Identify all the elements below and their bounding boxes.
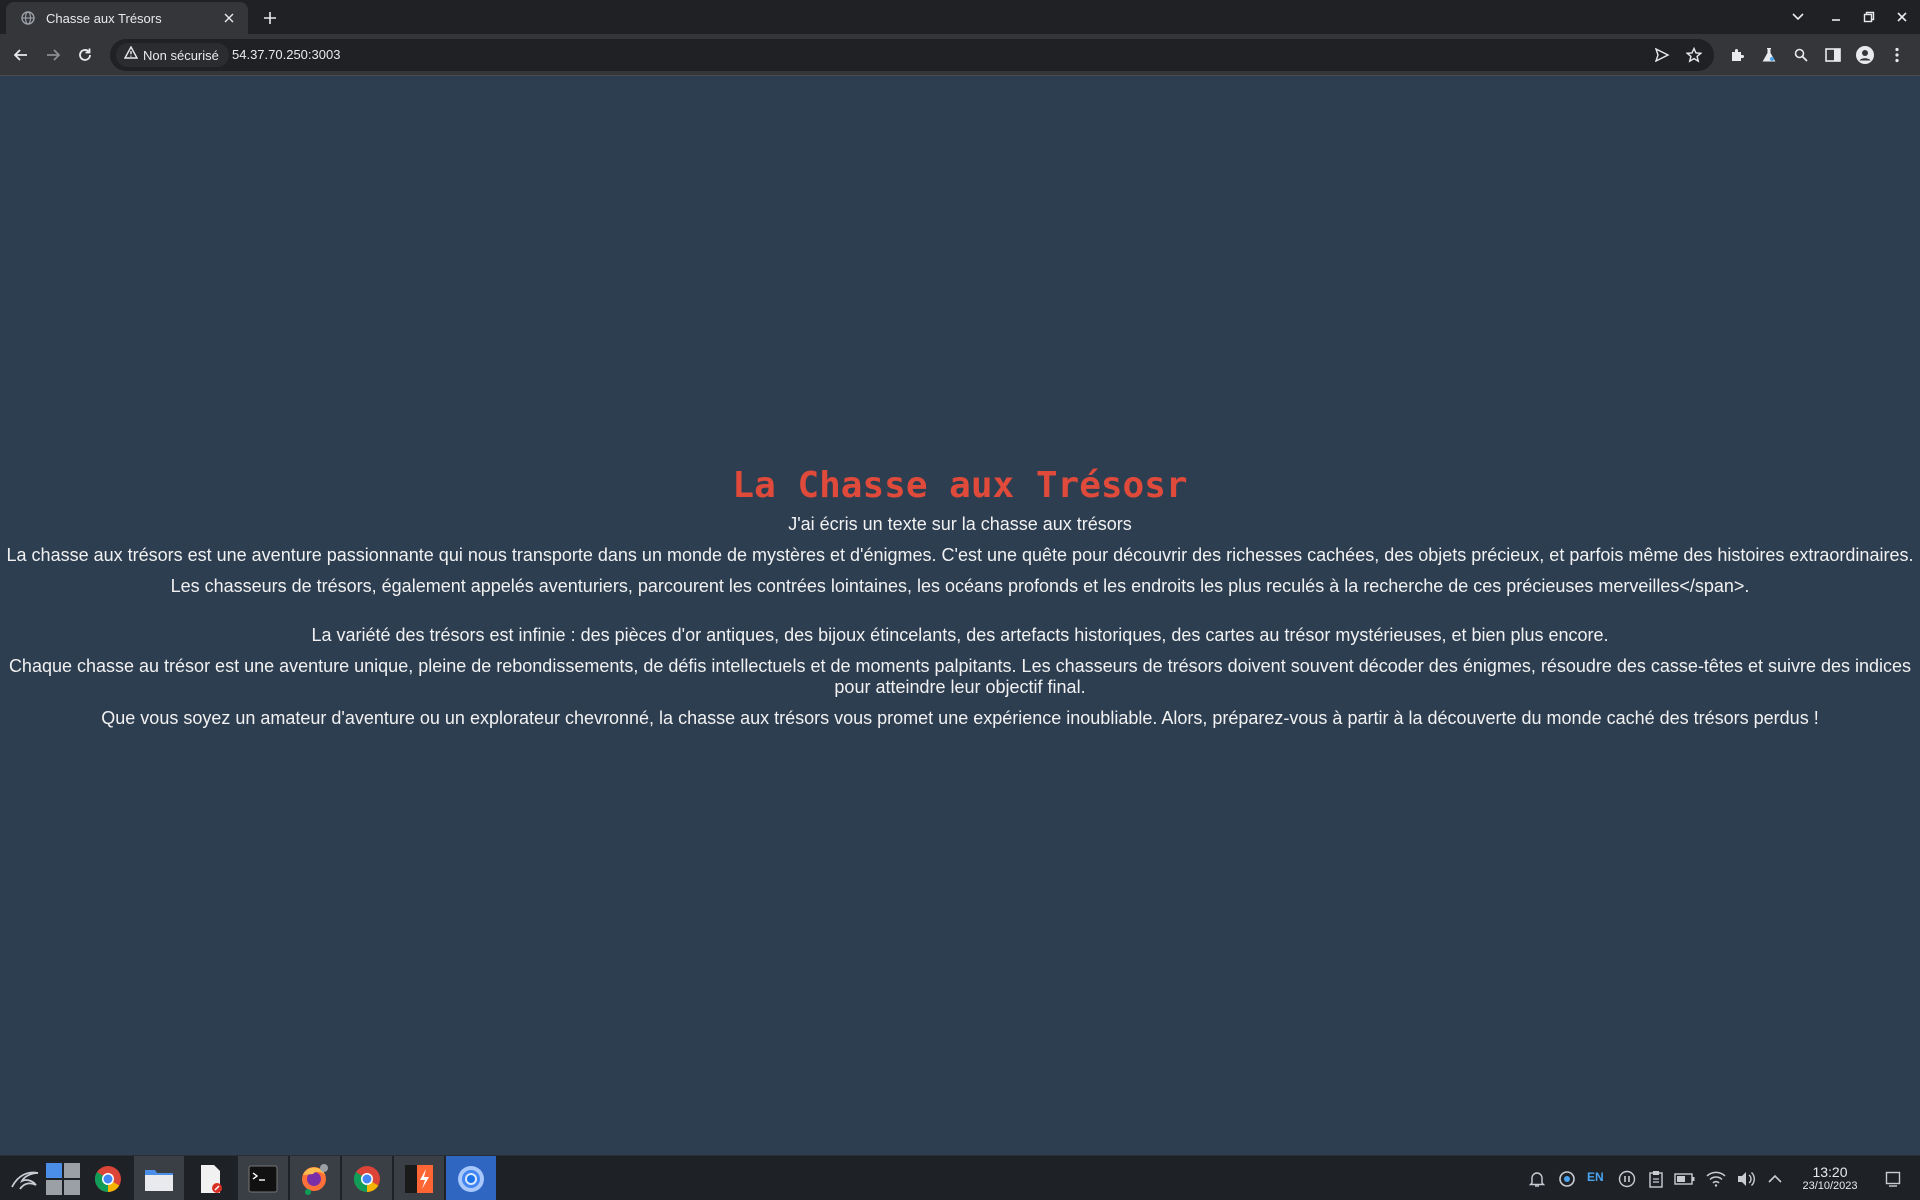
- side-panel-icon[interactable]: [1820, 42, 1846, 68]
- chromium-icon[interactable]: [446, 1156, 496, 1200]
- clipboard-icon[interactable]: [1645, 1168, 1667, 1190]
- browser-toolbar: Non sécurisé 54.37.70.250:3003: [0, 34, 1920, 76]
- restore-icon[interactable]: [1857, 6, 1881, 28]
- volume-icon[interactable]: [1735, 1168, 1757, 1190]
- workspaces-icon[interactable]: [38, 1156, 88, 1200]
- labs-flask-icon[interactable]: [1756, 42, 1782, 68]
- tab-close-icon[interactable]: [220, 9, 238, 27]
- article-content: La Chasse aux Trésosr J'ai écris un text…: [0, 464, 1920, 739]
- media-pause-icon[interactable]: [1616, 1168, 1638, 1190]
- close-window-icon[interactable]: [1890, 6, 1914, 28]
- tab-strip: Chasse aux Trésors: [0, 0, 1920, 34]
- address-bar[interactable]: Non sécurisé 54.37.70.250:3003: [110, 39, 1714, 71]
- profile-avatar-icon[interactable]: [1852, 42, 1878, 68]
- paragraph-hunters: Les chasseurs de trésors, également appe…: [170, 576, 1750, 596]
- chrome-icon[interactable]: [83, 1156, 133, 1200]
- kebab-menu-icon[interactable]: [1884, 42, 1910, 68]
- paragraph-conclusion: Que vous soyez un amateur d'aventure ou …: [101, 708, 1819, 728]
- chrome-icon[interactable]: [342, 1156, 392, 1200]
- clock[interactable]: 13:20 23/10/2023: [1794, 1164, 1866, 1193]
- file-manager-icon[interactable]: [134, 1156, 184, 1200]
- show-desktop-icon[interactable]: [1882, 1168, 1904, 1190]
- security-chip[interactable]: Non sécurisé: [116, 43, 229, 67]
- terminal-icon[interactable]: [238, 1156, 288, 1200]
- notification-bell-icon[interactable]: [1526, 1168, 1548, 1190]
- text-editor-icon[interactable]: [186, 1156, 236, 1200]
- reload-icon[interactable]: [72, 42, 98, 68]
- zoom-search-icon[interactable]: [1788, 42, 1814, 68]
- firefox-icon[interactable]: [290, 1156, 340, 1200]
- paragraph-variety: La variété des trésors est infinie : des…: [311, 625, 1609, 645]
- url-text[interactable]: 54.37.70.250:3003: [232, 47, 340, 62]
- extensions-puzzle-icon[interactable]: [1724, 42, 1750, 68]
- clock-time: 13:20: [1812, 1164, 1848, 1180]
- clock-date: 23/10/2023: [1802, 1180, 1858, 1192]
- back-arrow-icon[interactable]: [8, 42, 34, 68]
- send-icon[interactable]: [1650, 43, 1674, 67]
- globe-icon: [20, 10, 36, 26]
- update-status-icon[interactable]: [1556, 1168, 1578, 1190]
- tab-title: Chasse aux Trésors: [46, 10, 162, 26]
- security-label: Non sécurisé: [143, 47, 219, 63]
- browser-tab[interactable]: Chasse aux Trésors: [6, 2, 248, 34]
- battery-icon[interactable]: [1674, 1168, 1696, 1190]
- page-title: La Chasse aux Trésosr: [732, 465, 1188, 506]
- paragraph-adventure: Chaque chasse au trésor est une aventure…: [8, 656, 1912, 697]
- chevron-up-icon[interactable]: [1764, 1168, 1786, 1190]
- tab-search-chevron-icon[interactable]: [1786, 6, 1810, 28]
- warning-triangle-icon: [123, 45, 139, 64]
- keyboard-language[interactable]: EN: [1587, 1170, 1604, 1184]
- minimize-icon[interactable]: [1824, 6, 1848, 28]
- page-viewport: La Chasse aux Trésosr J'ai écris un text…: [0, 76, 1920, 1155]
- paragraph-intro: La chasse aux trésors est une aventure p…: [6, 545, 1914, 565]
- new-tab-button[interactable]: [258, 6, 282, 30]
- page-subtitle: J'ai écris un texte sur la chasse aux tr…: [788, 514, 1132, 534]
- taskbar: EN 13:20 23/10/2023: [0, 1155, 1920, 1200]
- forward-arrow-icon[interactable]: [40, 42, 66, 68]
- bookmark-star-icon[interactable]: [1682, 43, 1706, 67]
- burpsuite-icon[interactable]: [394, 1156, 444, 1200]
- wifi-icon[interactable]: [1705, 1168, 1727, 1190]
